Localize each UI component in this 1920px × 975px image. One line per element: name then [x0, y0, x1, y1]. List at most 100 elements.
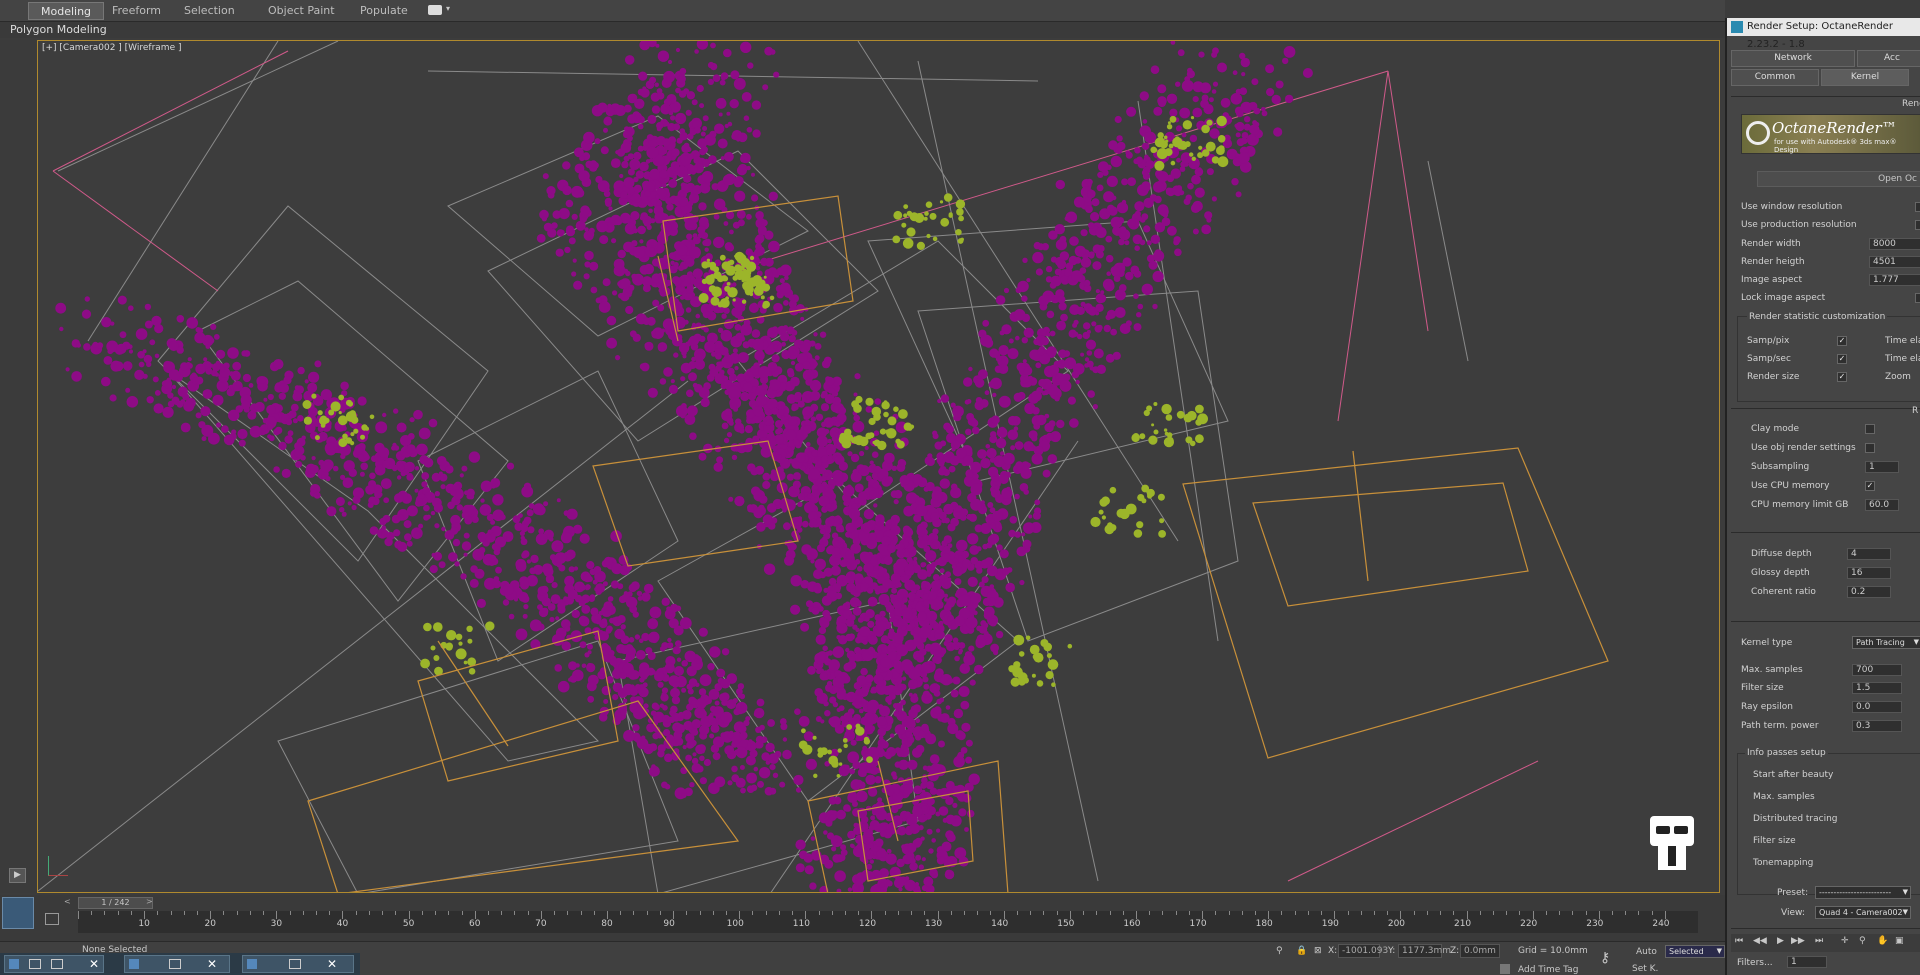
taskbar-group-2[interactable]: ✕ — [124, 955, 230, 973]
frame-input[interactable]: 1 — [1787, 956, 1827, 968]
magenta-particle — [788, 416, 798, 426]
use-production-res-checkbox[interactable] — [1915, 220, 1920, 230]
tab-freeform[interactable]: Freeform — [100, 2, 173, 20]
open-octane-button[interactable]: Open Oc — [1757, 171, 1920, 187]
ray-epsilon-input[interactable]: 0.0 — [1852, 701, 1902, 713]
magenta-particle — [937, 398, 942, 404]
render-height-input[interactable]: 4501 — [1869, 256, 1920, 268]
chevron-right-icon[interactable]: > — [146, 897, 153, 906]
magenta-particle — [360, 462, 369, 471]
use-cpu-memory-checkbox[interactable]: ✓ — [1865, 481, 1875, 491]
magenta-particle — [580, 205, 590, 216]
magenta-particle — [821, 455, 829, 463]
play-icon[interactable]: ▶ — [9, 868, 26, 883]
viewport-label[interactable]: [+] [Camera002 ] [Wireframe ] — [42, 43, 181, 53]
prev-frame-icon[interactable]: ◀◀ — [1753, 936, 1767, 946]
stat-render-size-checkbox[interactable]: ✓ — [1837, 372, 1847, 382]
tab-populate[interactable]: Populate — [348, 2, 420, 20]
timeline-track[interactable]: 10 20 30 40 50 60 70 80 90 100 110 120 130 140 150 160 1… — [78, 911, 1698, 933]
glossy-depth-input[interactable]: 16 — [1847, 567, 1891, 579]
magenta-particle — [651, 702, 659, 710]
use-obj-settings-checkbox[interactable] — [1865, 443, 1875, 453]
magenta-particle — [988, 466, 999, 477]
info-item-max-samples[interactable]: Max. samples — [1753, 792, 1815, 802]
prev-key-icon[interactable]: ⏮ — [1735, 936, 1743, 946]
maximize-icon[interactable]: ▣ — [1895, 936, 1904, 946]
next-frame-icon[interactable]: ▶▶ — [1791, 936, 1805, 946]
tab-network[interactable]: Network — [1731, 50, 1855, 67]
z-coordinate-field[interactable]: 0.0mm — [1460, 944, 1500, 958]
path-term-power-input[interactable]: 0.3 — [1852, 720, 1902, 732]
magenta-particle — [845, 633, 853, 642]
magenta-particle — [1206, 168, 1214, 176]
lock-icon[interactable]: ⚲ — [1276, 946, 1283, 956]
key-filter-dropdown[interactable]: Selected — [1665, 945, 1725, 958]
view-dropdown[interactable]: Quad 4 - Camera002 — [1815, 906, 1911, 919]
use-window-res-checkbox[interactable] — [1915, 202, 1920, 212]
close-icon[interactable]: ✕ — [327, 957, 337, 971]
key-icon[interactable]: ⚷ — [1600, 950, 1610, 966]
tab-acc[interactable]: Acc — [1857, 50, 1920, 67]
chevron-left-icon[interactable]: < — [64, 897, 71, 906]
subsampling-input[interactable]: 1 — [1865, 461, 1899, 473]
magenta-particle — [267, 434, 272, 439]
tab-kernel[interactable]: Kernel — [1821, 69, 1909, 86]
chevron-down-icon[interactable]: ▾ — [446, 4, 450, 13]
preset-dropdown[interactable]: ------------------------- — [1815, 886, 1911, 899]
absolute-mode-icon[interactable]: ⊠ — [1314, 946, 1322, 956]
taskbar-group-3[interactable]: ✕ — [242, 955, 354, 973]
magenta-particle — [891, 805, 899, 814]
timeline-tick-label: 170 — [1189, 919, 1207, 929]
timeline-config-icon[interactable] — [45, 913, 59, 925]
magenta-particle — [1150, 65, 1160, 74]
image-aspect-input[interactable]: 1.777 — [1869, 274, 1920, 286]
x-coordinate-field[interactable]: -1001.093 — [1338, 944, 1388, 958]
set-key-button[interactable]: Set K. — [1632, 964, 1658, 974]
close-icon[interactable]: ✕ — [207, 957, 217, 971]
zoom-icon[interactable]: ⚲ — [1859, 936, 1866, 946]
filter-size-input[interactable]: 1.5 — [1852, 682, 1902, 694]
info-item-distributed-tracing[interactable]: Distributed tracing — [1753, 814, 1838, 824]
play-icon[interactable]: ▶ — [1777, 936, 1784, 946]
coherent-ratio-input[interactable]: 0.2 — [1847, 586, 1891, 598]
tab-common[interactable]: Common — [1731, 69, 1819, 86]
info-item-filter-size[interactable]: Filter size — [1753, 836, 1796, 846]
max-samples-input[interactable]: 700 — [1852, 664, 1902, 676]
info-item-start-after-beauty[interactable]: Start after beauty — [1753, 770, 1833, 780]
lock-aspect-checkbox[interactable] — [1915, 293, 1920, 303]
mini-viewport-icon[interactable] — [2, 897, 34, 929]
close-icon[interactable]: ✕ — [89, 957, 99, 971]
next-key-icon[interactable]: ⏭ — [1815, 936, 1823, 946]
magenta-particle — [734, 179, 742, 188]
tab-modeling[interactable]: Modeling — [28, 2, 105, 20]
auto-key-button[interactable]: Auto — [1636, 947, 1657, 957]
polygon-modeling-label[interactable]: Polygon Modeling — [10, 23, 107, 36]
wire-line — [57, 41, 339, 172]
stat-samp-pix-checkbox[interactable]: ✓ — [1837, 336, 1847, 346]
orbit-icon[interactable]: ✛ — [1841, 936, 1849, 946]
ribbon-options-icon[interactable] — [428, 5, 442, 15]
taskbar-group-1[interactable]: ✕ — [4, 955, 104, 973]
pan-icon[interactable]: ✋ — [1877, 936, 1888, 946]
clay-mode-checkbox[interactable] — [1865, 424, 1875, 434]
info-item-tonemapping[interactable]: Tonemapping — [1753, 858, 1813, 868]
camera-viewport[interactable]: [+] [Camera002 ] [Wireframe ] — [37, 40, 1720, 893]
kernel-type-dropdown[interactable]: Path Tracing — [1852, 636, 1920, 649]
magenta-particle — [795, 787, 802, 793]
filters-button[interactable]: Filters... — [1737, 958, 1773, 968]
stat-samp-sec-checkbox[interactable]: ✓ — [1837, 354, 1847, 364]
diffuse-depth-input[interactable]: 4 — [1847, 548, 1891, 560]
render-setup-title[interactable]: Render Setup: OctaneRender 2.23.2 - 1.8 — [1727, 18, 1920, 50]
time-tag-icon[interactable] — [1500, 964, 1510, 974]
tab-object-paint[interactable]: Object Paint — [256, 2, 347, 20]
y-coordinate-field[interactable]: 1177.3mm — [1398, 944, 1451, 958]
magenta-particle — [874, 838, 884, 847]
add-time-tag[interactable]: Add Time Tag — [1518, 965, 1578, 975]
tab-selection[interactable]: Selection — [172, 2, 247, 20]
time-slider[interactable]: 1 / 242 — [78, 897, 153, 909]
cpu-memory-limit-input[interactable]: 60.0 — [1865, 499, 1899, 511]
magenta-particle — [71, 371, 82, 382]
padlock-icon[interactable]: 🔒 — [1296, 946, 1307, 956]
render-width-input[interactable]: 8000 — [1869, 238, 1920, 250]
magenta-particle — [923, 664, 933, 674]
